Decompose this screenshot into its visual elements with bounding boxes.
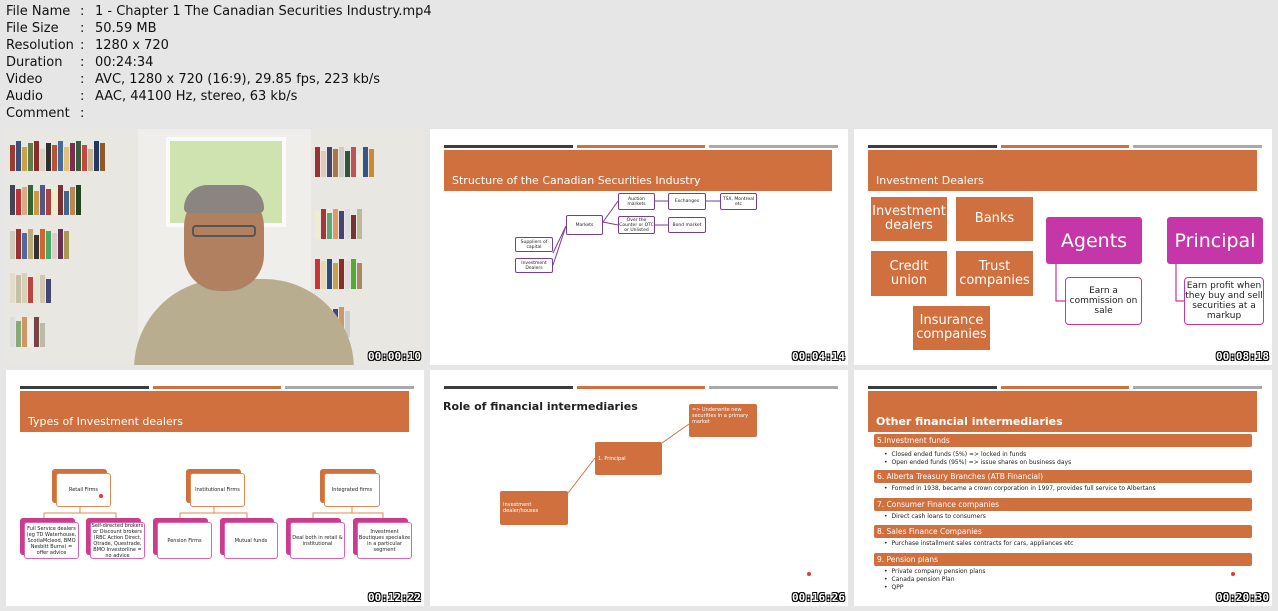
meta-separator: : — [80, 55, 85, 70]
cursor-dot — [807, 572, 811, 576]
box-auction-markets: Auction markets — [618, 193, 655, 210]
box-institutional-firms: Institutional Firms — [190, 473, 245, 507]
bullet-item: Formed in 1938, became a crown corporati… — [884, 485, 1156, 493]
connectors — [567, 423, 690, 494]
box-principal: Principal — [1167, 217, 1263, 264]
bullet-item: Direct cash loans to consumers — [884, 513, 986, 521]
meta-separator: : — [80, 38, 85, 53]
thumbnail-slide-types-of-dealers[interactable]: Types of Investment dealers Retail Firms… — [6, 370, 424, 606]
section-atb: 6. Alberta Treasury Branches (ATB Financ… — [874, 470, 1252, 483]
meta-key: Resolution — [6, 38, 74, 53]
box-tsx: TSX, Montreal etc — [720, 193, 757, 210]
presenter-hair — [184, 185, 264, 213]
cursor-dot — [99, 494, 103, 498]
slide-title: Other financial intermediaries — [868, 391, 1257, 432]
bullet-item: Canada pension Plan — [884, 576, 955, 584]
thumbnail-slide-structure[interactable]: Structure of the Canadian Securities Ind… — [430, 129, 848, 365]
bullet-item: Purchase installment sales contracts for… — [884, 540, 1074, 548]
meta-row-resolution: Resolution:1280 x 720 — [6, 37, 432, 54]
meta-value: 00:24:34 — [95, 55, 154, 70]
box-pension-firms: Pension Firms — [157, 522, 212, 559]
box-retail-firms: Retail Firms — [56, 473, 111, 507]
file-metadata: File Name:1 - Chapter 1 The Canadian Sec… — [6, 3, 432, 122]
meta-row-duration: Duration:00:24:34 — [6, 54, 432, 71]
box-full-service-dealers: Full Service dealers (eg TD Waterhouse, … — [24, 522, 79, 559]
bullet-item: QPP — [884, 584, 904, 592]
thumbnail-slide-other-intermediaries[interactable]: Other financial intermediaries 5.Investm… — [854, 370, 1272, 606]
meta-row-comment: Comment: — [6, 105, 432, 122]
books — [10, 139, 105, 171]
note-earn-profit: Earn profit when they buy and sell secur… — [1184, 277, 1264, 325]
presenter-glasses — [192, 225, 256, 237]
box-integrated-firms: Integrated firms — [324, 473, 380, 507]
timestamp: 00:20:30 — [1216, 591, 1269, 604]
meta-value: 50.59 MB — [95, 21, 157, 36]
meta-separator: : — [80, 89, 85, 104]
meta-key: Comment — [6, 106, 70, 121]
box-agents: Agents — [1046, 217, 1142, 264]
meta-separator: : — [80, 4, 85, 19]
section-investment-funds: 5.Investment funds — [874, 434, 1252, 447]
bookshelf-left — [6, 129, 138, 365]
bullet-item: Private company pension plans — [884, 568, 986, 576]
box-suppliers-of-capital: Suppliers of capital — [515, 237, 553, 252]
box-investment-dealer-houses: Investment dealer/houses — [500, 491, 568, 525]
meta-value: 1 - Chapter 1 The Canadian Securities In… — [95, 4, 432, 19]
timestamp: 00:16:26 — [792, 591, 845, 604]
books — [315, 145, 374, 177]
thumbnail-slide-investment-dealers[interactable]: Investment Dealers Investment dealers Ba… — [854, 129, 1272, 365]
bullet-item: Open ended funds (95%) => issue shares o… — [884, 459, 1072, 467]
meta-value: AVC, 1280 x 720 (16:9), 29.85 fps, 223 k… — [95, 72, 380, 87]
bullet-item: Closed ended funds (5%) => locked in fun… — [884, 451, 1027, 459]
books — [10, 227, 69, 259]
section-consumer-finance: 7. Consumer Finance companies — [874, 498, 1252, 511]
cursor-dot — [1231, 572, 1235, 576]
box-self-directed-brokers: Self-directed brokers or Discount broker… — [90, 522, 145, 559]
box-otc: Over the Counter or OTC or Unlisted — [618, 216, 655, 234]
note-earn-commission: Earn a commission on sale — [1065, 277, 1142, 325]
timestamp: 00:12:22 — [368, 591, 421, 604]
meta-key: File Name — [6, 4, 71, 19]
box-mutual-funds: Mutual funds — [224, 522, 278, 559]
thumbnail-video-frame[interactable]: 00:00:10 — [6, 129, 424, 365]
section-pension-plans: 9. Pension plans — [874, 553, 1252, 566]
slide-top-bars — [868, 386, 1263, 389]
meta-separator: : — [80, 72, 85, 87]
meta-separator: : — [80, 21, 85, 36]
meta-value: AAC, 44100 Hz, stereo, 63 kb/s — [95, 89, 298, 104]
box-principal: 1. Principal — [595, 442, 662, 475]
books — [10, 271, 51, 303]
timestamp: 00:00:10 — [368, 350, 421, 363]
box-exchanges: Exchanges — [668, 193, 706, 210]
thumbnail-slide-role-of-intermediaries[interactable]: Role of financial intermediaries Investm… — [430, 370, 848, 606]
meta-row-file-size: File Size:50.59 MB — [6, 20, 432, 37]
meta-key: Video — [6, 72, 43, 87]
books — [315, 257, 362, 289]
timestamp: 00:04:14 — [792, 350, 845, 363]
books — [10, 183, 81, 215]
meta-value: 1280 x 720 — [95, 38, 169, 53]
box-markets: Markets — [566, 215, 603, 235]
box-underwrite: => Underwrite new securities in a primar… — [689, 404, 757, 437]
structure-connectors — [552, 200, 720, 266]
books — [315, 207, 362, 239]
box-deal-both: Deal both in retail & institutional — [290, 522, 345, 559]
box-investment-boutiques: Investment Boutiques specialize in a par… — [357, 522, 412, 559]
books — [10, 315, 45, 347]
timestamp: 00:08:18 — [1216, 350, 1269, 363]
meta-row-video: Video: AVC, 1280 x 720 (16:9), 29.85 fps,… — [6, 71, 432, 88]
box-investment-dealers: Investment Dealers — [515, 258, 553, 273]
meta-separator: : — [80, 106, 85, 121]
meta-key: Duration — [6, 55, 63, 70]
meta-key: File Size — [6, 21, 59, 36]
meta-row-audio: Audio: AAC, 44100 Hz, stereo, 63 kb/s — [6, 88, 432, 105]
meta-row-file-name: File Name:1 - Chapter 1 The Canadian Sec… — [6, 3, 432, 20]
meta-key: Audio — [6, 89, 43, 104]
section-sales-finance: 8. Sales Finance Companies — [874, 525, 1252, 538]
box-bond-market: Bond market — [668, 217, 706, 233]
